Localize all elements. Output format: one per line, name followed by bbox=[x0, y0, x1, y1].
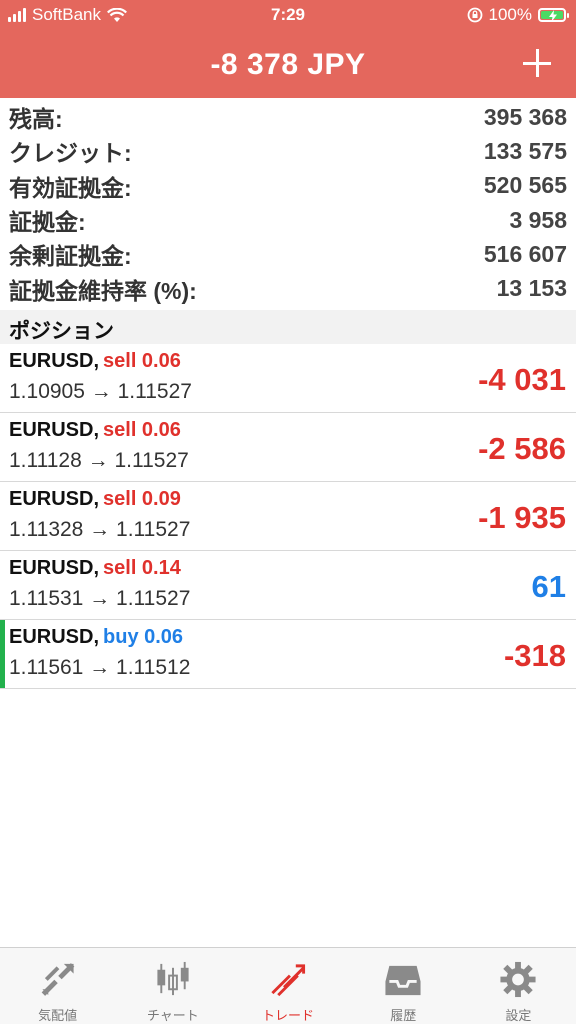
summary-value: 133 575 bbox=[483, 137, 567, 164]
tab-label: トレード bbox=[262, 1008, 315, 1023]
position-profit: -2 586 bbox=[478, 431, 566, 466]
summary-label: 余剰証拠金: bbox=[9, 243, 132, 270]
tab-label: 気配値 bbox=[38, 1008, 78, 1023]
position-row[interactable]: EURUSD, sell 0.09 1.11328 → 1.11527 -1 93… bbox=[0, 482, 576, 551]
position-side: buy 0.06 bbox=[103, 626, 184, 648]
summary-value: 520 565 bbox=[483, 172, 567, 199]
tab-settings[interactable]: 設定 bbox=[461, 948, 576, 1024]
position-symbol: EURUSD, bbox=[9, 488, 100, 510]
position-title: EURUSD, sell 0.09 bbox=[9, 488, 181, 511]
tab-quotes[interactable]: 気配値 bbox=[0, 948, 115, 1024]
equity-profit-title: -8 378 JPY bbox=[210, 48, 366, 81]
status-right: 100% bbox=[467, 5, 569, 25]
summary-row-equity: 有効証拠金: 520 565 bbox=[0, 169, 576, 203]
tab-history[interactable]: 履歴 bbox=[346, 948, 461, 1024]
tab-bar: 気配値 チャート トレード 履歴 設定 bbox=[0, 947, 576, 1024]
position-profit: 61 bbox=[531, 569, 566, 604]
position-symbol: EURUSD, bbox=[9, 626, 100, 648]
position-prices: 1.11561 → 1.11512 bbox=[9, 656, 191, 679]
summary-label: 証拠金維持率 (%): bbox=[9, 277, 197, 304]
position-prices: 1.11531 → 1.11527 bbox=[9, 587, 191, 610]
position-title: EURUSD, buy 0.06 bbox=[9, 626, 183, 649]
tab-label: 履歴 bbox=[390, 1008, 417, 1023]
positions-list: EURUSD, sell 0.06 1.10905 → 1.11527 -4 03… bbox=[0, 344, 576, 689]
position-row[interactable]: EURUSD, sell 0.06 1.11128 → 1.11527 -2 58… bbox=[0, 413, 576, 482]
position-prices: 1.10905 → 1.11527 bbox=[9, 380, 192, 403]
summary-label: 残高: bbox=[9, 106, 63, 133]
position-symbol: EURUSD, bbox=[9, 350, 100, 372]
tab-label: 設定 bbox=[505, 1008, 532, 1023]
quotes-icon bbox=[41, 963, 74, 996]
position-row[interactable]: EURUSD, sell 0.14 1.11531 → 1.11527 61 bbox=[0, 551, 576, 620]
tab-trade[interactable]: トレード bbox=[230, 948, 345, 1024]
position-row[interactable]: EURUSD, sell 0.06 1.10905 → 1.11527 -4 03… bbox=[0, 344, 576, 413]
summary-row-balance: 残高: 395 368 bbox=[0, 100, 576, 134]
position-symbol: EURUSD, bbox=[9, 557, 100, 579]
account-summary: 残高: 395 368 クレジット: 133 575 有効証拠金: 520 56… bbox=[0, 100, 576, 306]
position-row-selected[interactable]: EURUSD, buy 0.06 1.11561 → 1.11512 -318 bbox=[0, 620, 576, 689]
position-profit: -318 bbox=[503, 638, 566, 673]
summary-label: クレジット: bbox=[9, 140, 132, 167]
chart-icon bbox=[157, 961, 189, 996]
battery-percent: 100% bbox=[488, 5, 532, 24]
position-prices: 1.11328 → 1.11527 bbox=[9, 518, 191, 541]
summary-value: 13 153 bbox=[496, 275, 567, 302]
status-bar: SoftBank 7:29 100% bbox=[0, 0, 576, 32]
position-title: EURUSD, sell 0.06 bbox=[9, 419, 181, 442]
position-side: sell 0.06 bbox=[103, 350, 181, 372]
summary-value: 395 368 bbox=[483, 103, 567, 130]
trade-icon bbox=[271, 964, 306, 997]
add-order-button[interactable] bbox=[520, 46, 554, 80]
tab-label: チャート bbox=[146, 1008, 199, 1023]
position-side: sell 0.06 bbox=[103, 419, 181, 441]
summary-row-free-margin: 余剰証拠金: 516 607 bbox=[0, 237, 576, 271]
position-profit: -4 031 bbox=[478, 362, 566, 397]
settings-icon bbox=[500, 961, 536, 998]
position-side: sell 0.14 bbox=[103, 557, 181, 579]
position-side: sell 0.09 bbox=[103, 488, 181, 510]
battery-icon bbox=[538, 8, 569, 22]
position-prices: 1.11128 → 1.11527 bbox=[9, 449, 189, 472]
history-icon bbox=[385, 965, 421, 996]
orientation-lock-icon bbox=[467, 7, 482, 23]
summary-value: 3 958 bbox=[509, 206, 567, 233]
summary-value: 516 607 bbox=[483, 240, 567, 267]
header: -8 378 JPY bbox=[0, 32, 576, 98]
summary-label: 有効証拠金: bbox=[9, 174, 132, 201]
position-symbol: EURUSD, bbox=[9, 419, 100, 441]
position-profit: -1 935 bbox=[478, 500, 566, 535]
summary-row-credit: クレジット: 133 575 bbox=[0, 134, 576, 168]
summary-row-margin-level: 証拠金維持率 (%): 13 153 bbox=[0, 271, 576, 305]
position-title: EURUSD, sell 0.06 bbox=[9, 350, 181, 373]
tab-chart[interactable]: チャート bbox=[115, 948, 230, 1024]
summary-row-margin: 証拠金: 3 958 bbox=[0, 203, 576, 237]
position-title: EURUSD, sell 0.14 bbox=[9, 557, 181, 580]
summary-label: 証拠金: bbox=[9, 209, 86, 236]
positions-section-header: ポジション bbox=[0, 310, 576, 344]
